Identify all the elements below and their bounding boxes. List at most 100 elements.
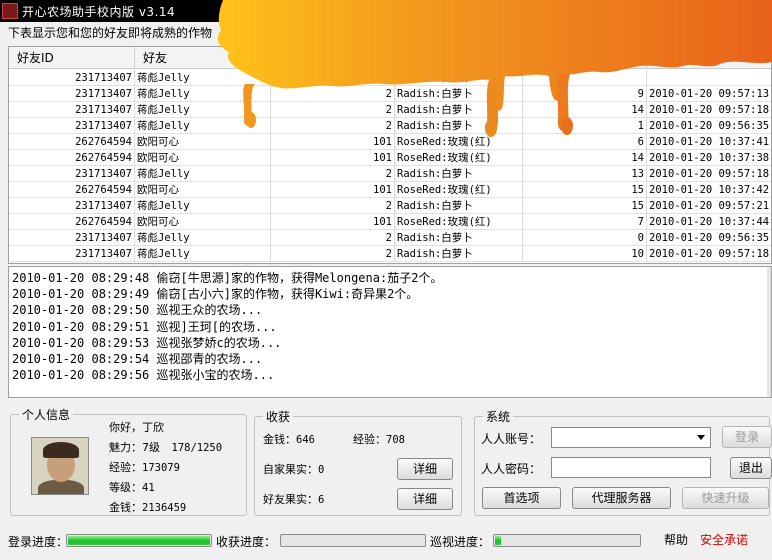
avatar	[31, 437, 89, 495]
table-cell: 10	[523, 246, 647, 262]
log-scrollbar[interactable]	[767, 267, 771, 397]
column-header-friend[interactable]: 好友	[135, 47, 271, 69]
table-row[interactable]: 231713407 蒋彪Jelly 2 Radish:白萝卜 15 2010-01-20 …	[9, 198, 771, 214]
table-cell: 13	[523, 166, 647, 182]
log-line: 2010-01-20 08:29:48 偷窃[牛思源]家的作物，获得Melong…	[12, 271, 443, 285]
table-cell	[523, 70, 647, 86]
charm-rank: 7级	[142, 441, 160, 454]
table-cell: 2010-01-20 09:57:13	[647, 86, 771, 102]
table-cell: 2010-01-20 10:37:41	[647, 134, 771, 150]
table-cell: Radish:白萝卜	[395, 102, 523, 118]
table-row[interactable]: 262764594 欧阳可心 101 RoseRed:玫瑰(红) 14 2010-01-2…	[9, 150, 771, 166]
table-cell: 262764594	[9, 214, 135, 230]
column-header-5[interactable]	[523, 47, 647, 69]
table-cell: Radish:白萝卜	[395, 246, 523, 262]
app-icon	[2, 3, 18, 19]
table-row[interactable]: 231713407 蒋彪Jelly 2 Radish:白萝卜	[9, 70, 771, 86]
password-field[interactable]	[551, 457, 711, 478]
table-row[interactable]: 231713407 蒋彪Jelly 2 Radish:白萝卜 14 2010-01-20 …	[9, 102, 771, 118]
login-progress-label: 登录进度：	[8, 535, 69, 549]
log-line: 2010-01-20 08:29:50 巡视王众的农场...	[12, 303, 263, 318]
patrol-progress-fill	[495, 536, 501, 545]
table-cell: 15	[523, 182, 647, 198]
own-fruit-row: 自家果实：0	[263, 461, 324, 477]
table-row[interactable]: 231713407 蒋彪Jelly 2 Radish:白萝卜 13 2010-01-20 …	[9, 166, 771, 182]
money-label: 金钱：	[109, 501, 142, 514]
level-value: 41	[142, 482, 155, 494]
column-header-4[interactable]	[395, 47, 523, 69]
harvest-money-label: 金钱：	[263, 433, 296, 446]
table-cell: 2	[271, 102, 395, 118]
table-row[interactable]: 262764594 欧阳可心 101 RoseRed:玫瑰(红) 7 2010-01-20…	[9, 214, 771, 230]
greeting: 你好，丁欣	[109, 421, 164, 434]
friend-fruit-detail-button[interactable]: 详细	[397, 488, 453, 510]
harvest-exp-label: 经验：	[353, 433, 386, 446]
table-cell: 14	[523, 102, 647, 118]
level-row: 等级：41	[109, 479, 155, 495]
log-line: 2010-01-20 08:29:53 巡视张梦娇c的农场...	[12, 335, 282, 350]
table-cell: 231713407	[9, 86, 135, 102]
harvest-exp-row: 经验：708	[353, 431, 405, 447]
table-cell: 262764594	[9, 134, 135, 150]
chevron-down-icon[interactable]	[697, 435, 705, 440]
own-fruit-value: 0	[318, 464, 325, 476]
table-cell: Radish:白萝卜	[395, 70, 523, 86]
exit-button[interactable]: 退出	[730, 457, 772, 479]
harvest-exp-value: 708	[386, 434, 405, 446]
table-cell: 蒋彪Jelly	[135, 102, 271, 118]
table-row[interactable]: 231713407 蒋彪Jelly 2 Radish:白萝卜 1 2010-01-20 0…	[9, 118, 771, 134]
table-cell: Radish:白萝卜	[395, 198, 523, 214]
title-bar[interactable]: 开心农场助手校内版 v3.14	[0, 0, 772, 22]
column-header-3[interactable]	[271, 47, 395, 69]
log-line: 2010-01-20 08:29:51 巡视]王珂[的农场...	[12, 319, 277, 334]
log-line: 2010-01-20 08:29:49 偷窃[古小六]家的作物，获得Kiwi:奇…	[12, 287, 419, 302]
table-cell: 231713407	[9, 118, 135, 134]
column-header-6[interactable]	[647, 47, 771, 69]
quick-upgrade-button[interactable]: 快速升级	[682, 487, 769, 509]
table-cell: 262764594	[9, 150, 135, 166]
table-cell: 2	[271, 246, 395, 262]
security-promise-link[interactable]: 安全承诺	[700, 531, 748, 548]
table-cell: Radish:白萝卜	[395, 166, 523, 182]
table-row[interactable]: 231713407 蒋彪Jelly 2 Radish:白萝卜 10 2010-01-20 …	[9, 246, 771, 262]
table-row[interactable]: 231713407 蒋彪Jelly 2 Radish:白萝卜 9 2010-01-20 0…	[9, 86, 771, 102]
help-link[interactable]: 帮助	[664, 531, 688, 548]
harvest-progress-bar	[280, 534, 426, 547]
column-header-friend-id[interactable]: 好友ID	[9, 47, 135, 69]
table-cell: 蒋彪Jelly	[135, 70, 271, 86]
table-cell: Radish:白萝卜	[395, 118, 523, 134]
login-button[interactable]: 登录	[722, 426, 772, 448]
crop-grid[interactable]: 好友ID 好友 231713407 蒋彪Jelly 2 Radish:白萝卜 23171…	[8, 46, 772, 264]
exp-value: 173079	[142, 462, 180, 474]
own-fruit-detail-button[interactable]: 详细	[397, 458, 453, 480]
activity-log[interactable]: 2010-01-20 08:29:48 偷窃[牛思源]家的作物，获得Melong…	[8, 266, 772, 398]
table-cell: 2	[271, 230, 395, 246]
table-cell: 2	[271, 86, 395, 102]
charm-label: 魅力：	[109, 441, 142, 454]
log-lines: 2010-01-20 08:29:48 偷窃[牛思源]家的作物，获得Melong…	[12, 270, 442, 383]
friend-fruit-label: 好友果实：	[263, 493, 318, 506]
table-cell: 231713407	[9, 166, 135, 182]
table-cell: 蒋彪Jelly	[135, 86, 271, 102]
table-cell: 2010-01-20 09:57:18	[647, 166, 771, 182]
table-cell: 7	[523, 214, 647, 230]
table-cell: 蒋彪Jelly	[135, 230, 271, 246]
table-cell: Radish:白萝卜	[395, 86, 523, 102]
table-cell: 欧阳可心	[135, 214, 271, 230]
harvest-group: 收获 金钱：646 经验：708 自家果实：0 详细 好友果实：6 详细	[254, 408, 462, 516]
exp-label: 经验：	[109, 461, 142, 474]
preferences-button[interactable]: 首选项	[482, 487, 561, 509]
grid-body: 231713407 蒋彪Jelly 2 Radish:白萝卜 231713407 蒋彪Je…	[9, 70, 771, 262]
table-cell: Radish:白萝卜	[395, 230, 523, 246]
table-row[interactable]: 262764594 欧阳可心 101 RoseRed:玫瑰(红) 6 2010-01-20…	[9, 134, 771, 150]
exp-row: 经验：173079	[109, 459, 180, 475]
proxy-server-button[interactable]: 代理服务器	[572, 487, 671, 509]
charm-row: 魅力：7级 178/1250	[109, 439, 222, 455]
table-row[interactable]: 231713407 蒋彪Jelly 2 Radish:白萝卜 0 2010-01-20 0…	[9, 230, 771, 246]
patrol-progress-label: 巡视进度：	[430, 535, 491, 549]
account-dropdown[interactable]	[551, 427, 711, 448]
table-row[interactable]: 262764594 欧阳可心 101 RoseRed:玫瑰(红) 15 2010-01-2…	[9, 182, 771, 198]
patrol-progress-bar	[493, 534, 641, 547]
friend-fruit-value: 6	[318, 494, 325, 506]
grid-caption: 下表显示您和您的好友即将成熟的作物	[8, 26, 213, 40]
